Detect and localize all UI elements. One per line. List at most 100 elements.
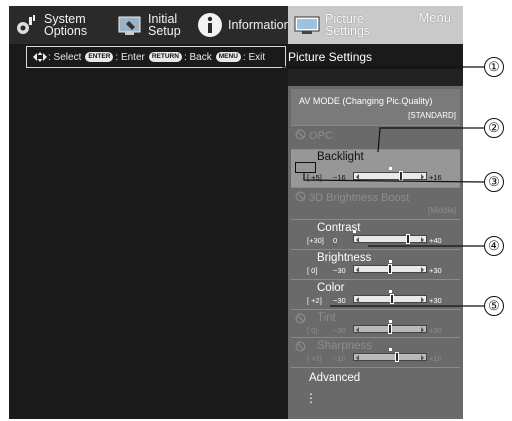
tab-label: Initial Setup <box>148 12 181 38</box>
directional-pad-icon <box>33 52 47 62</box>
3d-brightness-boost-item: 3D Brightness Boost [Middle] <box>291 187 460 219</box>
tint-min: −30 <box>333 326 346 335</box>
tab-picture-settings[interactable]: Picture Settings Menu <box>288 6 463 44</box>
slider-thumb[interactable] <box>388 264 392 274</box>
enter-hint: : Enter <box>115 51 145 63</box>
sharpness-slider: [ +2] −10 +10 <box>307 348 457 364</box>
slider-track <box>353 290 427 304</box>
enter-key-icon: ENTER <box>85 52 114 62</box>
3d-brightness-boost-label: 3D Brightness Boost <box>309 192 410 204</box>
opc-item: OPC <box>291 125 460 149</box>
sharpness-item: Sharpness [ +2] −10 +10 <box>291 337 460 367</box>
slider-thumb[interactable] <box>406 234 410 244</box>
brightness-label: Brightness <box>317 252 372 264</box>
callout-1: ① <box>484 57 504 77</box>
exit-hint: : Exit <box>242 51 266 63</box>
av-mode-value: [STANDARD] <box>408 111 456 120</box>
advanced-item[interactable]: Advanced <box>291 367 460 391</box>
tab-system-options[interactable]: System Options <box>13 6 117 44</box>
color-max: +30 <box>429 296 442 305</box>
color-item[interactable]: Color [ +2] −30 +30 <box>291 279 460 309</box>
system-options-icon <box>17 15 35 34</box>
slider-center-mark <box>389 290 392 293</box>
tint-value: [ 0] <box>307 326 318 335</box>
brightness-value: [ 0] <box>307 266 318 275</box>
backlight-value-highlight <box>295 162 316 173</box>
breadcrumb: Picture Settings <box>288 50 373 64</box>
backlight-min: −16 <box>333 173 346 182</box>
backlight-max: +16 <box>429 173 442 182</box>
callout-5: ⑤ <box>484 296 504 316</box>
disabled-icon <box>295 313 306 324</box>
tint-max: +30 <box>429 326 442 335</box>
tint-slider: [ 0] −30 +30 <box>307 320 457 336</box>
callout-3: ③ <box>484 172 504 192</box>
contrast-slider[interactable]: [+30] 0 +40 <box>307 230 457 246</box>
tab-initial-setup[interactable]: Initial Setup <box>117 6 197 44</box>
tab-label: Information <box>228 18 291 32</box>
tab-label: Picture Settings <box>325 12 371 38</box>
3d-brightness-boost-value: [Middle] <box>427 206 456 215</box>
sharpness-min: −10 <box>333 354 346 363</box>
slider-center-mark <box>389 260 392 263</box>
backlight-label: Backlight <box>317 151 364 163</box>
tv-menu-screen: System Options Initial Setup Information… <box>9 6 463 419</box>
disabled-icon <box>295 191 306 202</box>
slider-center-mark <box>389 320 392 323</box>
more-items-indicator: ⋮ <box>305 391 317 405</box>
slider-track <box>353 320 427 334</box>
color-slider[interactable]: [ +2] −30 +30 <box>307 290 457 306</box>
av-mode-label: AV MODE (Changing Pic.Quality) <box>299 96 433 106</box>
color-min: −30 <box>333 296 346 305</box>
color-label: Color <box>317 282 345 294</box>
sharpness-max: +10 <box>429 354 442 363</box>
brightness-max: +30 <box>429 266 442 275</box>
opc-label: OPC <box>309 130 333 142</box>
picture-settings-panel: AV MODE (Changing Pic.Quality) [STANDARD… <box>288 69 463 419</box>
picture-settings-icon <box>294 16 320 34</box>
av-mode-item[interactable]: AV MODE (Changing Pic.Quality) [STANDARD… <box>291 89 460 125</box>
tab-information[interactable]: Information <box>197 6 291 44</box>
menu-tab-bar: System Options Initial Setup Information… <box>9 6 463 44</box>
sharpness-value: [ +2] <box>307 354 322 363</box>
back-hint: : Back <box>183 51 212 63</box>
slider-track <box>353 260 427 274</box>
slider-thumb <box>388 324 392 334</box>
contrast-item[interactable]: Contrast [+30] 0 +40 <box>291 219 460 249</box>
brightness-slider[interactable]: [ 0] −30 +30 <box>307 260 457 276</box>
navigation-help-bar: : Select ENTER : Enter RETURN : Back MEN… <box>26 46 286 68</box>
slider-track <box>353 230 427 244</box>
contrast-value: [+30] <box>307 236 324 245</box>
tint-item: Tint [ 0] −30 +30 <box>291 309 460 337</box>
slider-track <box>353 348 427 362</box>
tab-label: System Options <box>44 12 88 38</box>
return-key-icon: RETURN <box>148 52 182 62</box>
disabled-icon <box>295 341 306 352</box>
brightness-item[interactable]: Brightness [ 0] −30 +30 <box>291 249 460 279</box>
slider-center-mark <box>353 230 356 233</box>
slider-thumb[interactable] <box>399 171 403 181</box>
slider-thumb[interactable] <box>390 294 394 304</box>
advanced-label: Advanced <box>309 372 361 384</box>
brightness-min: −30 <box>333 266 346 275</box>
select-hint: : Select <box>48 51 82 63</box>
menu-title: Menu <box>418 10 451 25</box>
backlight-slider[interactable]: [ +5] −16 +16 <box>307 167 457 183</box>
contrast-min: 0 <box>333 236 338 245</box>
backlight-item[interactable]: Backlight [ +5] −16 +16 <box>291 149 460 187</box>
sharpness-label: Sharpness <box>317 340 372 352</box>
slider-thumb <box>395 352 399 362</box>
initial-setup-icon <box>118 16 141 35</box>
slider-track <box>353 167 427 181</box>
disabled-icon <box>295 129 306 140</box>
slider-center-mark <box>389 167 392 170</box>
slider-center-mark <box>389 348 392 351</box>
menu-key-icon: MENU <box>215 52 241 62</box>
backlight-value: [ +5] <box>307 173 322 182</box>
color-value: [ +2] <box>307 296 322 305</box>
information-icon <box>198 13 222 37</box>
tint-label: Tint <box>317 312 336 324</box>
callout-2: ② <box>484 118 504 138</box>
callout-4: ④ <box>484 236 504 256</box>
contrast-max: +40 <box>429 236 442 245</box>
